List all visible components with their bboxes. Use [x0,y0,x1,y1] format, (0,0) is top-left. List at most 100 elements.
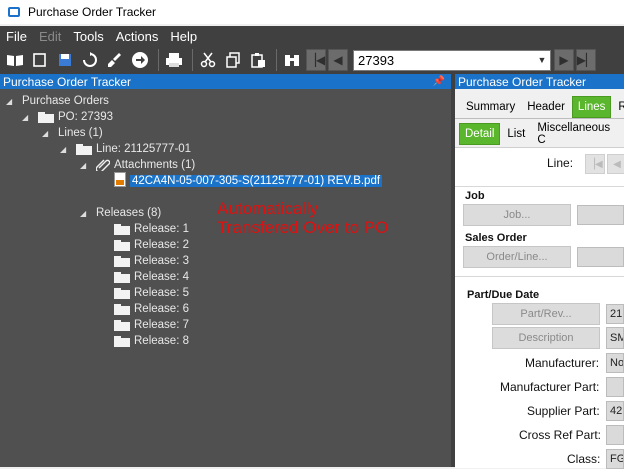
forward-icon[interactable] [129,49,151,71]
cross-ref-part-label: Cross Ref Part: [519,428,602,442]
paste-icon[interactable] [247,49,269,71]
menu-bar: File Edit Tools Actions Help [0,26,624,46]
refresh-icon[interactable] [79,49,101,71]
tree-node-release[interactable]: Release: 4 [114,269,189,285]
menu-actions[interactable]: Actions [116,29,159,44]
main-tabs: Summary Header Lines R [455,93,624,118]
toolbar: ▕◀ ◀ 27393 ▼ ▶ ▶▏ [0,46,624,74]
tab-detail[interactable]: Detail [459,123,501,145]
sub-tabs: Detail List Miscellaneous C [455,121,624,146]
folder-icon [114,223,130,235]
next-record-icon[interactable]: ▶ [554,49,574,71]
first-record-icon[interactable]: ▕◀ [306,49,326,71]
app-icon [8,7,20,17]
clear-brush-icon[interactable] [104,49,126,71]
toolbar-separator [192,49,193,71]
open-book-icon[interactable] [4,49,26,71]
tree-node-attachment-file[interactable]: 42CA4N-05-007-305-S(21125777-01) REV.B.p… [114,172,383,190]
tree-panel-title: Purchase Order Tracker [3,74,132,89]
previous-line-icon[interactable]: ◀ [607,154,624,174]
job-section-title: Job [465,190,485,202]
lines-subpanel: Detail List Miscellaneous C Line: ▕◀ ◀ J… [455,118,624,469]
po-number-select[interactable]: 27393 ▼ [353,49,551,71]
annotation-text: Automatically Transfered Over to PO [217,199,388,237]
po-number-value: 27393 [358,52,395,68]
print-icon[interactable] [163,49,185,71]
tree-panel: Purchase Order Tracker 📌 ◢ Purchase Orde… [0,74,451,467]
tree-node-release[interactable]: Release: 1 [114,221,189,237]
folder-icon [114,271,130,283]
expand-arrow-icon[interactable]: ◢ [42,129,52,138]
part-rev-field[interactable]: 21 [606,304,624,324]
divider [455,186,624,187]
pdf-file-icon [114,172,126,190]
job-button[interactable]: Job... [463,204,571,226]
tab-list[interactable]: List [502,123,530,145]
order-line-field[interactable] [577,247,624,267]
part-due-section-title: Part/Due Date [467,289,540,301]
part-rev-button[interactable]: Part/Rev... [492,303,600,325]
tab-lines[interactable]: Lines [571,96,612,118]
tab-releases[interactable]: R [613,96,624,118]
supplier-part-label: Supplier Part: [527,404,600,418]
toolbar-separator [276,49,277,71]
folder-icon [38,111,54,123]
tree-node-purchase-orders[interactable]: ◢ Purchase Orders [6,93,109,109]
binoculars-icon[interactable] [281,49,303,71]
toolbar-separator [158,49,159,71]
first-line-icon[interactable]: ▕◀ [585,154,605,174]
tab-miscellaneous[interactable]: Miscellaneous C [532,122,622,146]
new-icon[interactable] [29,49,51,71]
menu-help[interactable]: Help [170,29,197,44]
folder-icon [114,287,130,299]
tree-node-release[interactable]: Release: 7 [114,317,189,333]
tree-node-line[interactable]: ◢ Line: 21125777-01 [60,141,191,157]
menu-edit[interactable]: Edit [39,29,61,44]
tab-header[interactable]: Header [522,96,570,118]
tree-node-release[interactable]: Release: 5 [114,285,189,301]
folder-icon [114,255,130,267]
last-record-icon[interactable]: ▶▏ [576,49,596,71]
manufacturer-field[interactable]: No [606,353,624,373]
menu-tools[interactable]: Tools [73,29,103,44]
manufacturer-part-field[interactable] [606,377,624,397]
pin-icon[interactable]: 📌 [433,76,445,87]
chevron-down-icon[interactable]: ▼ [534,51,550,70]
expand-arrow-icon[interactable]: ◢ [80,161,90,170]
description-field[interactable]: SM [606,327,624,349]
annotation-line: Transfered Over to PO [217,218,389,237]
expand-arrow-icon[interactable]: ◢ [6,97,16,106]
supplier-part-field[interactable]: 42 [606,401,624,421]
menu-file[interactable]: File [6,29,27,44]
tree-node-lines[interactable]: ◢ Lines (1) [42,125,103,141]
tree-node-release[interactable]: Release: 2 [114,237,189,253]
tree-node-po[interactable]: ◢ PO: 27393 [22,109,113,125]
expand-arrow-icon[interactable]: ◢ [80,209,90,218]
annotation-line: Automatically [217,199,319,218]
job-field[interactable] [577,205,624,225]
folder-icon [114,319,130,331]
description-button[interactable]: Description [492,327,600,349]
tree-node-release[interactable]: Release: 3 [114,253,189,269]
save-icon[interactable] [54,49,76,71]
copy-icon[interactable] [222,49,244,71]
cut-icon[interactable] [197,49,219,71]
line-label: Line: [547,156,574,170]
tab-summary[interactable]: Summary [461,96,520,118]
order-line-button[interactable]: Order/Line... [463,246,571,268]
tree-node-release[interactable]: Release: 6 [114,301,189,317]
manufacturer-label: Manufacturer: [525,356,600,370]
divider [455,276,624,277]
cross-ref-part-field[interactable] [606,425,624,445]
sales-order-section-title: Sales Order [465,232,527,244]
expand-arrow-icon[interactable]: ◢ [22,113,32,122]
tree-node-release[interactable]: Release: 8 [114,333,189,349]
class-field[interactable]: FG [606,449,624,469]
expand-arrow-icon[interactable]: ◢ [60,145,70,154]
paperclip-icon [95,157,111,174]
manufacturer-part-label: Manufacturer Part: [500,380,600,394]
previous-record-icon[interactable]: ◀ [328,49,348,71]
folder-icon [114,239,130,251]
tree-node-releases[interactable]: ◢ Releases (8) [80,205,161,221]
tree-node-attachments[interactable]: ◢ Attachments (1) [80,157,195,173]
